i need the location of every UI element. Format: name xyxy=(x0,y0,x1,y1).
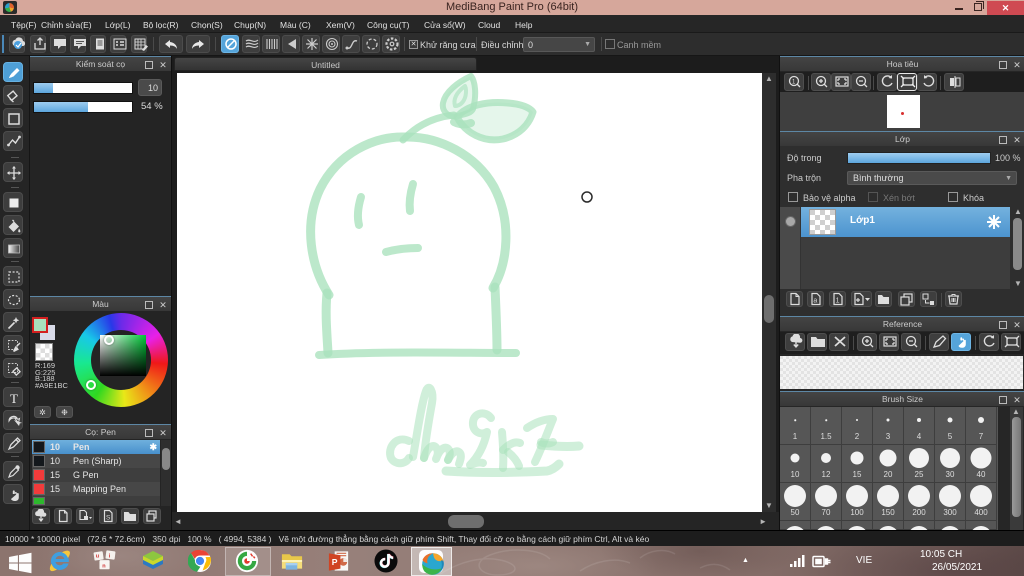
svg-text:u: u xyxy=(96,553,99,559)
svg-text:S: S xyxy=(106,515,111,522)
svg-text:1: 1 xyxy=(836,298,840,305)
svg-text:a: a xyxy=(813,298,817,305)
svg-text:T: T xyxy=(10,391,18,406)
svg-text:P: P xyxy=(332,557,338,567)
